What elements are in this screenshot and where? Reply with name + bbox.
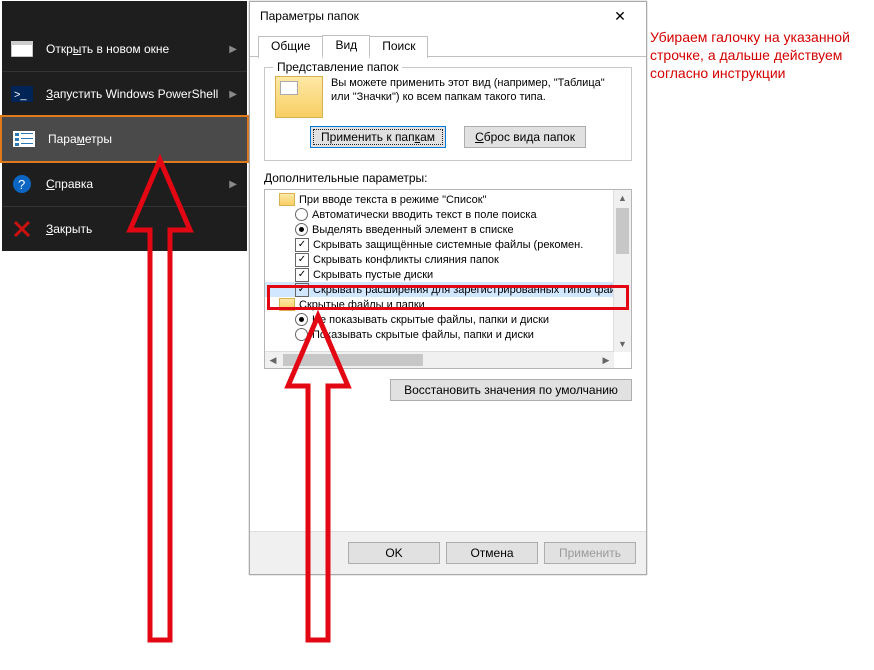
chevron-right-icon: ▶ (229, 179, 237, 190)
folder-icon (279, 193, 295, 206)
advanced-label: Дополнительные параметры: (264, 171, 632, 185)
apply-to-folders-button[interactable]: Применить к папкам (310, 126, 446, 148)
checkbox-icon[interactable]: ✓ (295, 253, 309, 267)
tree-option-label: При вводе текста в режиме "Список" (299, 194, 486, 206)
radio-icon[interactable] (295, 223, 308, 236)
tab-general[interactable]: Общие (258, 36, 323, 58)
vertical-scrollbar[interactable]: ▲ ▼ (613, 190, 631, 352)
menu-options[interactable]: Параметры (0, 115, 249, 163)
svg-text:?: ? (18, 177, 25, 192)
dialog-titlebar[interactable]: Параметры папок ✕ (250, 2, 646, 30)
menu-powershell[interactable]: >_ Запустить Windows PowerShell ▶ (2, 72, 247, 116)
btn-label: Применить к папкам (321, 130, 435, 144)
folder-view-group: Представление папок Вы можете применить … (264, 67, 632, 161)
options-icon (12, 129, 36, 149)
scroll-up-icon[interactable]: ▲ (614, 190, 631, 206)
tab-label: Вид (335, 38, 357, 52)
ok-button[interactable]: OK (348, 542, 440, 564)
tree-option-label: Скрывать защищённые системные файлы (рек… (313, 239, 583, 251)
group-text: Вы можете применить этот вид (например, … (331, 76, 621, 118)
radio-icon[interactable] (295, 208, 308, 221)
restore-defaults-button[interactable]: Восстановить значения по умолчанию (390, 379, 632, 401)
close-icon: ✕ (614, 8, 626, 25)
apply-button[interactable]: Применить (544, 542, 636, 564)
tree-option-label: Выделять введенный элемент в списке (312, 224, 514, 236)
menu-label: Параметры (48, 132, 112, 146)
annotation-text: Убираем галочку на указанной строчке, а … (650, 28, 860, 82)
btn-label: OK (385, 546, 402, 560)
reset-folders-button[interactable]: Сброс вида папок (464, 126, 586, 148)
checkbox-icon[interactable]: ✓ (295, 268, 309, 282)
window-icon (10, 39, 34, 59)
cancel-button[interactable]: Отмена (446, 542, 538, 564)
chevron-right-icon: ▶ (229, 44, 237, 55)
tree-option[interactable]: Автоматически вводить текст в поле поиск… (265, 207, 614, 222)
menu-open-new-window[interactable]: Открыть в новом окне ▶ (2, 27, 247, 71)
scroll-down-icon[interactable]: ▼ (614, 336, 631, 352)
menu-label: Закрыть (46, 222, 92, 236)
dialog-title: Параметры папок (260, 9, 359, 23)
tab-search[interactable]: Поиск (369, 36, 428, 58)
menu-label: Запустить Windows PowerShell (46, 87, 218, 101)
help-icon: ? (10, 174, 34, 194)
tree-option-label: Скрывать расширения для зарегистрированн… (313, 284, 614, 296)
scroll-right-icon[interactable]: ▶ (598, 352, 614, 368)
arrow-right (278, 316, 358, 650)
tree-option-label: Автоматически вводить текст в поле поиск… (312, 209, 537, 221)
tab-view[interactable]: Вид (322, 35, 370, 57)
folder-large-icon (275, 76, 323, 118)
tree-option[interactable]: ✓ Скрывать расширения для зарегистрирован… (265, 282, 614, 297)
tree-option[interactable]: Выделять введенный элемент в списке (265, 222, 614, 237)
scroll-thumb[interactable] (616, 208, 629, 254)
tree-option-label: Скрывать конфликты слияния папок (313, 254, 499, 266)
btn-label: Применить (559, 546, 621, 560)
svg-text:>_: >_ (14, 89, 27, 101)
folder-icon (279, 298, 295, 311)
tree-option-label: Скрывать пустые диски (313, 269, 433, 281)
tab-label: Общие (271, 39, 310, 53)
tabstrip: Общие Вид Поиск (250, 34, 646, 57)
tree-option[interactable]: ✓ Скрывать защищённые системные файлы (ре… (265, 237, 614, 252)
checkbox-icon[interactable]: ✓ (295, 283, 309, 297)
btn-label: Восстановить значения по умолчанию (404, 383, 618, 397)
btn-label: Отмена (470, 546, 513, 560)
powershell-icon: >_ (10, 84, 34, 104)
btn-label: Сброс вида папок (475, 130, 575, 144)
dialog-close-button[interactable]: ✕ (600, 2, 640, 30)
tree-option[interactable]: ✓ Скрывать конфликты слияния папок (265, 252, 614, 267)
menu-label: Открыть в новом окне (46, 42, 169, 56)
arrow-left (120, 160, 200, 650)
close-icon (10, 219, 34, 239)
chevron-right-icon: ▶ (229, 89, 237, 100)
tree-group: Скрытые файлы и папки (265, 297, 614, 312)
tab-label: Поиск (382, 39, 415, 53)
tree-group: При вводе текста в режиме "Список" (265, 192, 614, 207)
checkbox-icon[interactable]: ✓ (295, 238, 309, 252)
group-legend: Представление папок (273, 60, 402, 74)
tree-option-label: Скрытые файлы и папки (299, 299, 425, 311)
menu-label: Справка (46, 177, 93, 191)
tree-option[interactable]: ✓ Скрывать пустые диски (265, 267, 614, 282)
